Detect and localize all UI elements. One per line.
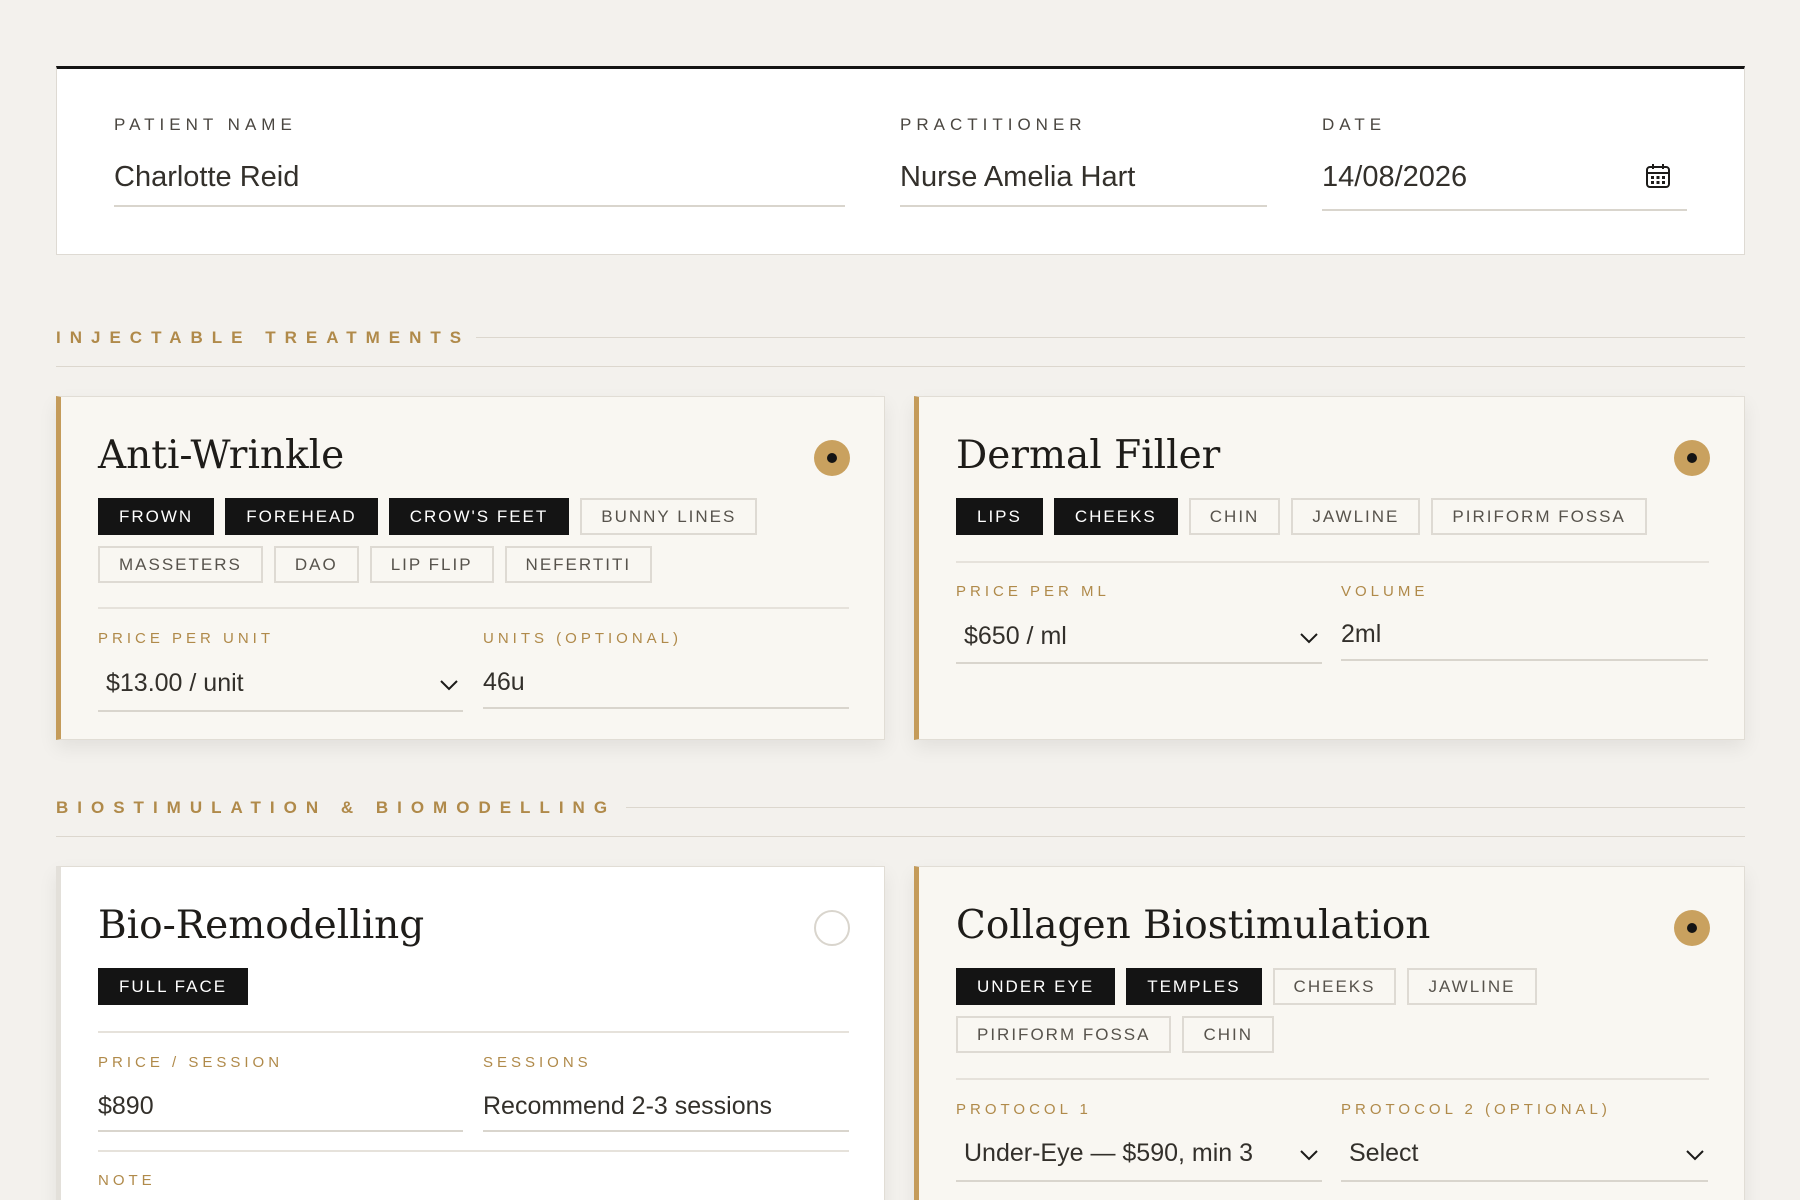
protocol-1-underline	[956, 1180, 1322, 1182]
card-divider	[98, 607, 849, 609]
price-underline	[98, 1130, 463, 1132]
card-divider	[956, 561, 1709, 563]
protocol-1-label: PROTOCOL 1	[956, 1101, 1092, 1118]
area-tag[interactable]: TEMPLES	[1126, 968, 1262, 1005]
card-divider	[98, 1150, 849, 1152]
volume-input[interactable]: 2ml	[1341, 620, 1381, 649]
units-label: UNITS (OPTIONAL)	[483, 630, 683, 647]
note-label: NOTE	[98, 1172, 156, 1189]
area-tag[interactable]: CHEEKS	[1272, 968, 1397, 1005]
section-divider	[56, 366, 1745, 367]
dermal-filler-card[interactable]: Dermal Filler LIPS CHEEKS CHIN JAWLINE PIRIF…	[914, 396, 1745, 740]
card-title: Bio-Remodelling	[98, 903, 425, 948]
area-tag[interactable]: LIP FLIP	[369, 546, 494, 583]
price-underline	[98, 710, 463, 712]
dermal-filler-radio[interactable]	[1674, 440, 1710, 476]
bio-remodelling-tag-list: FULL FACE	[98, 968, 818, 1005]
dermal-filler-tag-list: LIPS CHEEKS CHIN JAWLINE PIRIFORM FOSSA	[956, 498, 1716, 535]
anti-wrinkle-card[interactable]: Anti-Wrinkle FROWN FOREHEAD CROW'S FEET BUN…	[56, 396, 885, 740]
card-divider	[956, 1078, 1709, 1080]
area-tag[interactable]: CROW'S FEET	[388, 498, 570, 535]
protocol-1-select[interactable]: Under-Eye — $590, min 3	[964, 1139, 1253, 1168]
card-title: Collagen Biostimulation	[956, 903, 1431, 948]
chevron-down-icon[interactable]	[1300, 633, 1318, 644]
chevron-down-icon[interactable]	[440, 680, 458, 691]
area-tag[interactable]: PIRIFORM FOSSA	[956, 1016, 1172, 1053]
chevron-down-icon[interactable]	[1686, 1150, 1704, 1161]
section-rule	[476, 337, 1745, 338]
price-per-ml-label: PRICE PER ML	[956, 583, 1110, 600]
units-underline	[483, 707, 849, 709]
area-tag[interactable]: CHEEKS	[1053, 498, 1178, 535]
volume-label: VOLUME	[1341, 583, 1429, 600]
area-tag[interactable]: JAWLINE	[1407, 968, 1537, 1005]
price-underline	[956, 662, 1322, 664]
practitioner-underline	[900, 205, 1267, 207]
collagen-biostimulation-card[interactable]: Collagen Biostimulation UNDER EYE TEMPLES…	[914, 866, 1745, 1200]
date-underline	[1322, 209, 1687, 211]
area-tag[interactable]: BUNNY LINES	[580, 498, 758, 535]
area-tag[interactable]: DAO	[273, 546, 359, 583]
area-tag[interactable]: LIPS	[956, 498, 1043, 535]
practitioner-input[interactable]: Nurse Amelia Hart	[900, 161, 1135, 194]
section-rule	[626, 807, 1745, 808]
protocol-2-select[interactable]: Select	[1349, 1139, 1418, 1168]
patient-header-card: PATIENT NAME Charlotte Reid PRACTITIONER…	[56, 66, 1745, 255]
price-per-unit-select[interactable]: $13.00 / unit	[106, 669, 244, 698]
section-title-biostim: BIOSTIMULATION & BIOMODELLING	[56, 798, 617, 817]
patient-name-label: PATIENT NAME	[114, 115, 297, 134]
area-tag[interactable]: FOREHEAD	[225, 498, 378, 535]
units-input[interactable]: 46u	[483, 668, 525, 697]
calendar-icon[interactable]	[1645, 163, 1671, 189]
area-tag[interactable]: UNDER EYE	[956, 968, 1116, 1005]
area-tag[interactable]: CHIN	[1188, 498, 1281, 535]
card-divider	[98, 1031, 849, 1033]
practitioner-label: PRACTITIONER	[900, 115, 1087, 134]
section-title-injectables: INJECTABLE TREATMENTS	[56, 328, 471, 347]
price-per-unit-label: PRICE PER UNIT	[98, 630, 275, 647]
date-label: DATE	[1322, 115, 1387, 134]
collagen-tag-list: UNDER EYE TEMPLES CHEEKS JAWLINE PIRIFORM FO…	[956, 968, 1656, 1053]
section-divider	[56, 836, 1745, 837]
area-tag[interactable]: FULL FACE	[98, 968, 249, 1005]
area-tag[interactable]: JAWLINE	[1291, 498, 1421, 535]
card-title: Dermal Filler	[956, 433, 1221, 478]
volume-underline	[1341, 659, 1708, 661]
price-per-session-input[interactable]: $890	[98, 1092, 154, 1121]
anti-wrinkle-radio[interactable]	[814, 440, 850, 476]
collagen-radio[interactable]	[1674, 910, 1710, 946]
sessions-input[interactable]: Recommend 2-3 sessions	[483, 1092, 772, 1121]
price-per-ml-select[interactable]: $650 / ml	[964, 622, 1067, 651]
price-per-session-label: PRICE / SESSION	[98, 1054, 284, 1071]
bio-remodelling-card[interactable]: Bio-Remodelling FULL FACE PRICE / SESSIO…	[56, 866, 885, 1200]
area-tag[interactable]: MASSETERS	[98, 546, 263, 583]
area-tag[interactable]: FROWN	[98, 498, 215, 535]
protocol-2-underline	[1341, 1180, 1708, 1182]
patient-name-underline	[114, 205, 845, 207]
area-tag[interactable]: CHIN	[1182, 1016, 1275, 1053]
sessions-underline	[483, 1130, 849, 1132]
date-input[interactable]: 14/08/2026	[1322, 161, 1467, 194]
anti-wrinkle-tag-list: FROWN FOREHEAD CROW'S FEET BUNNY LINES MASSE…	[98, 498, 818, 583]
area-tag[interactable]: PIRIFORM FOSSA	[1431, 498, 1647, 535]
bio-remodelling-radio[interactable]	[814, 910, 850, 946]
sessions-label: SESSIONS	[483, 1054, 592, 1071]
protocol-2-label: PROTOCOL 2 (OPTIONAL)	[1341, 1101, 1611, 1118]
card-title: Anti-Wrinkle	[98, 433, 345, 478]
patient-name-input[interactable]: Charlotte Reid	[114, 161, 299, 194]
area-tag[interactable]: NEFERTITI	[504, 546, 653, 583]
chevron-down-icon[interactable]	[1300, 1150, 1318, 1161]
